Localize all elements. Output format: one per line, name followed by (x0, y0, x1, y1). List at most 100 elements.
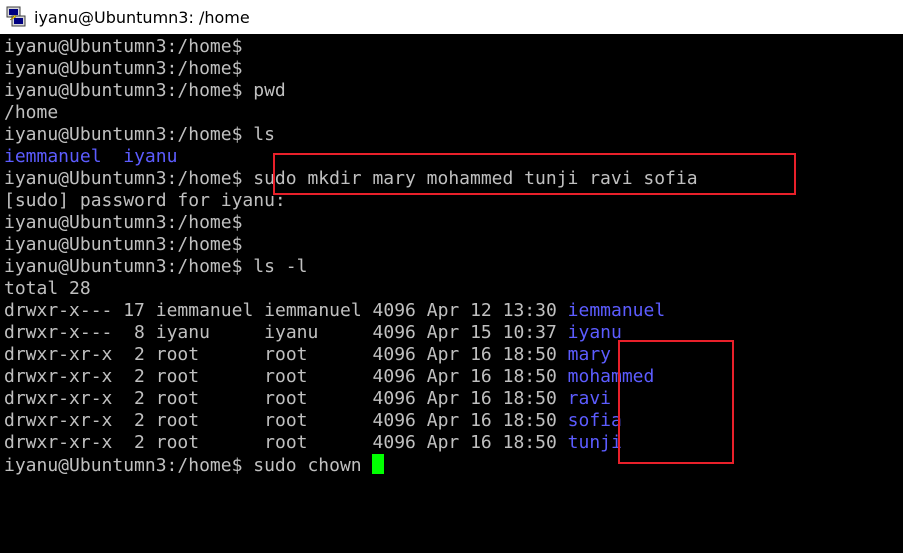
command-text: ls (242, 124, 275, 145)
listing-row: drwxr-xr-x 2 root root 4096 Apr 16 18:50… (4, 366, 654, 388)
month: Apr (426, 322, 460, 343)
terminal-line: iyanu@Ubuntumn3:/home$ (4, 36, 242, 58)
permissions: drwxr-x--- (4, 300, 113, 321)
time: 18:50 (502, 344, 557, 365)
link-count: 2 (123, 432, 145, 453)
terminal-window: iyanu@Ubuntumn3: /home iyanu@Ubuntumn3:/… (0, 0, 903, 553)
terminal-line: iyanu@Ubuntumn3:/home$ ls (4, 124, 275, 146)
terminal-line: iemmanuel iyanu (4, 146, 177, 168)
time: 18:50 (502, 388, 557, 409)
owner: root (155, 410, 254, 431)
shell-prompt: iyanu@Ubuntumn3:/home$ (4, 234, 243, 255)
listing-row: drwxr-xr-x 2 root root 4096 Apr 16 18:50… (4, 388, 611, 410)
group: root (264, 366, 362, 387)
day: 15 (470, 322, 492, 343)
command-text: pwd (242, 80, 286, 101)
output-text: [sudo] password for iyanu: (4, 190, 286, 211)
directory-name: iyanu (567, 322, 622, 343)
day: 12 (470, 300, 492, 321)
directory-name: iemmanuel (4, 146, 102, 167)
time: 18:50 (502, 366, 557, 387)
owner: root (155, 366, 254, 387)
listing-row: drwxr-xr-x 2 root root 4096 Apr 16 18:50… (4, 410, 622, 432)
owner: root (155, 344, 254, 365)
shell-prompt: iyanu@Ubuntumn3:/home$ (4, 168, 243, 189)
permissions: drwxr-xr-x (4, 388, 113, 409)
output-text: total 28 (4, 278, 91, 299)
day: 16 (470, 410, 492, 431)
file-size: 4096 (372, 388, 416, 409)
day: 16 (470, 432, 492, 453)
month: Apr (426, 366, 460, 387)
terminal-line: iyanu@Ubuntumn3:/home$ (4, 58, 242, 80)
terminal-output[interactable]: iyanu@Ubuntumn3:/home$ iyanu@Ubuntumn3:/h… (0, 34, 903, 553)
time: 10:37 (502, 322, 557, 343)
owner: iyanu (155, 322, 254, 343)
link-count: 2 (123, 388, 145, 409)
group: root (264, 344, 362, 365)
file-size: 4096 (372, 432, 416, 453)
month: Apr (426, 410, 460, 431)
month: Apr (426, 432, 460, 453)
group: root (264, 432, 362, 453)
link-count: 2 (123, 366, 145, 387)
highlight-box-new-directories (618, 340, 734, 464)
owner: iemmanuel (155, 300, 254, 321)
shell-prompt: iyanu@Ubuntumn3:/home$ (4, 124, 243, 145)
shell-prompt: iyanu@Ubuntumn3:/home$ (4, 36, 243, 57)
text-cursor (372, 454, 385, 474)
day: 16 (470, 366, 492, 387)
directory-name: iyanu (123, 146, 178, 167)
terminal-line: iyanu@Ubuntumn3:/home$ (4, 212, 242, 234)
terminal-line: total 28 (4, 278, 91, 300)
time: 18:50 (502, 410, 557, 431)
listing-row: drwxr-xr-x 2 root root 4096 Apr 16 18:50… (4, 344, 611, 366)
day: 16 (470, 344, 492, 365)
command-text: ls -l (242, 256, 308, 277)
directory-name: ravi (567, 388, 612, 409)
terminal-line: /home (4, 102, 58, 124)
putty-icon (6, 6, 26, 28)
month: Apr (426, 344, 460, 365)
shell-prompt: iyanu@Ubuntumn3:/home$ (4, 58, 243, 79)
month: Apr (426, 388, 460, 409)
time: 13:30 (502, 300, 557, 321)
terminal-line: [sudo] password for iyanu: (4, 190, 286, 212)
title-bar[interactable]: iyanu@Ubuntumn3: /home (0, 0, 903, 34)
directory-name: tunji (567, 432, 622, 453)
output-text: /home (4, 102, 59, 123)
day: 16 (470, 388, 492, 409)
link-count: 2 (123, 344, 145, 365)
permissions: drwxr-x--- (4, 322, 113, 343)
shell-prompt: iyanu@Ubuntumn3:/home$ (4, 256, 243, 277)
terminal-line: iyanu@Ubuntumn3:/home$ ls -l (4, 256, 307, 278)
listing-row: drwxr-x--- 17 iemmanuel iemmanuel 4096 A… (4, 300, 665, 322)
permissions: drwxr-xr-x (4, 366, 113, 387)
file-size: 4096 (372, 410, 416, 431)
file-size: 4096 (372, 344, 416, 365)
link-count: 17 (123, 300, 145, 321)
link-count: 8 (123, 322, 145, 343)
directory-name: mary (567, 344, 612, 365)
time: 18:50 (502, 432, 557, 453)
terminal-line: iyanu@Ubuntumn3:/home$ (4, 234, 242, 256)
permissions: drwxr-xr-x (4, 432, 113, 453)
owner: root (155, 388, 254, 409)
window-title: iyanu@Ubuntumn3: /home (34, 7, 250, 27)
command-text: sudo chown (242, 455, 373, 476)
month: Apr (426, 300, 460, 321)
highlight-box-mkdir-command (273, 153, 796, 195)
shell-prompt: iyanu@Ubuntumn3:/home$ (4, 80, 243, 101)
permissions: drwxr-xr-x (4, 344, 113, 365)
group: root (264, 388, 362, 409)
file-size: 4096 (372, 300, 416, 321)
group: iyanu (264, 322, 362, 343)
file-size: 4096 (372, 366, 416, 387)
listing-row: drwxr-xr-x 2 root root 4096 Apr 16 18:50… (4, 432, 622, 454)
group: root (264, 410, 362, 431)
listing-row: drwxr-x--- 8 iyanu iyanu 4096 Apr 15 10:… (4, 322, 622, 344)
current-input-line: iyanu@Ubuntumn3:/home$ sudo chown (4, 454, 385, 476)
directory-name: iemmanuel (567, 300, 666, 321)
terminal-line: iyanu@Ubuntumn3:/home$ pwd (4, 80, 286, 102)
link-count: 2 (123, 410, 145, 431)
